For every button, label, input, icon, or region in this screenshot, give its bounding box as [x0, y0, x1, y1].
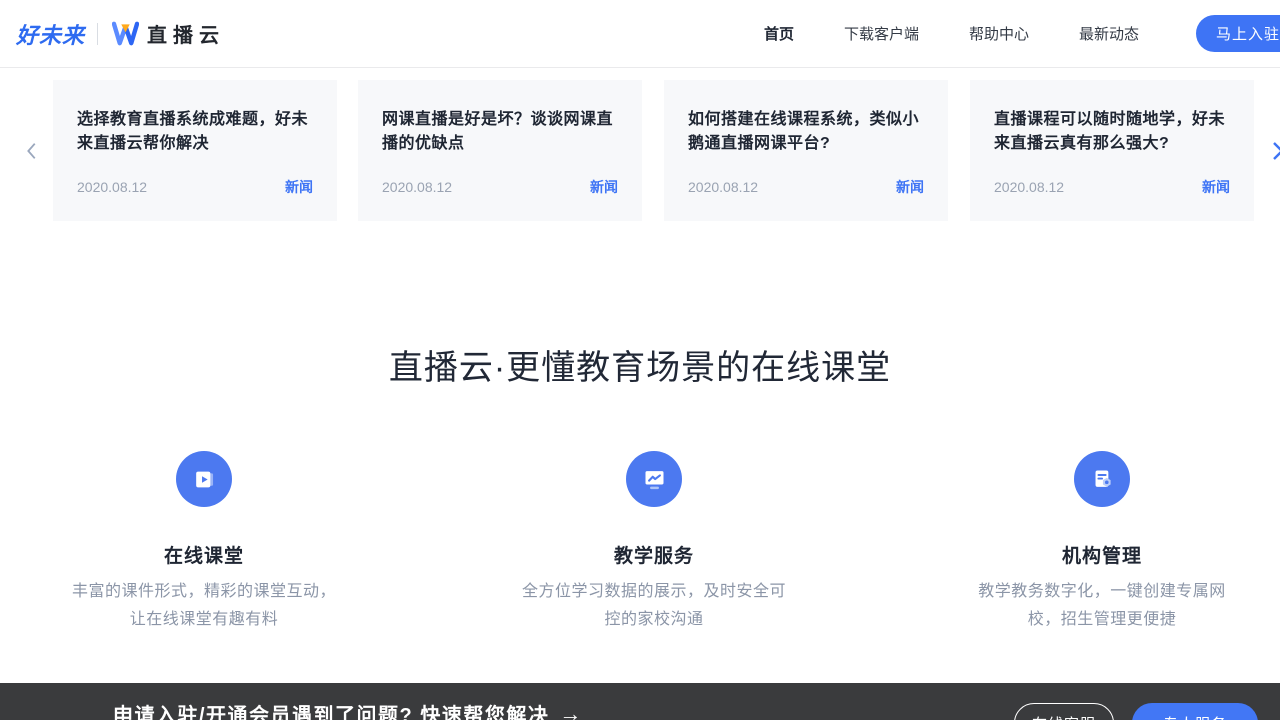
- page-title: 直播云·更懂教育场景的在线课堂: [0, 340, 1280, 389]
- carousel-next-button[interactable]: [1266, 137, 1280, 165]
- help-banner-link[interactable]: 申请入驻/开通会员遇到了问题? 快速帮您解决 →: [113, 699, 583, 720]
- nav-item-home[interactable]: 首页: [764, 23, 794, 44]
- news-card-title: 选择教育直播系统成难题，好未来直播云帮你解决: [77, 108, 315, 156]
- feature-desc-line: 让在线课堂有趣有料: [34, 606, 374, 634]
- feature-description: 丰富的课件形式，精彩的课堂互动， 让在线课堂有趣有料: [34, 578, 374, 634]
- product-name: 直播云: [147, 19, 225, 48]
- feature-title: 在线课堂: [34, 541, 374, 568]
- news-card-date: 2020.08.12: [994, 179, 1064, 195]
- news-card-meta: 2020.08.12 新闻: [688, 177, 924, 197]
- news-card-tag[interactable]: 新闻: [590, 177, 618, 197]
- help-banner-message: 申请入驻/开通会员遇到了问题? 快速帮您解决: [113, 699, 549, 720]
- signup-now-button[interactable]: 马上入驻: [1196, 15, 1280, 52]
- main-nav: 首页 下载客户端 帮助中心 最新动态: [764, 0, 1139, 67]
- page: 好未来 直播云 首页 下载客户端 帮助中心 最新动态 马上入驻 选择教育直播系统…: [0, 0, 1280, 720]
- feature-desc-line: 全方位学习数据的展示，及时安全可: [484, 578, 824, 606]
- nav-item-download-client[interactable]: 下载客户端: [844, 23, 919, 44]
- feature-desc-line: 校，招生管理更便捷: [932, 606, 1272, 634]
- news-card[interactable]: 如何搭建在线课程系统，类似小鹅通直播网课平台? 2020.08.12 新闻: [664, 80, 948, 221]
- tal-logo-text: 好未来: [16, 18, 85, 50]
- feature-desc-line: 丰富的课件形式，精彩的课堂互动，: [34, 578, 374, 606]
- feature-title: 教学服务: [484, 541, 824, 568]
- news-card[interactable]: 网课直播是好是坏？谈谈网课直播的优缺点 2020.08.12 新闻: [358, 80, 642, 221]
- nav-item-help-center[interactable]: 帮助中心: [969, 23, 1029, 44]
- news-card-date: 2020.08.12: [77, 179, 147, 195]
- news-card-tag[interactable]: 新闻: [1202, 177, 1230, 197]
- news-card-title: 直播课程可以随时随地学，好未来直播云真有那么强大?: [994, 108, 1232, 156]
- feature-title: 机构管理: [932, 541, 1272, 568]
- feature-teaching-service: 教学服务 全方位学习数据的展示，及时安全可 控的家校沟通: [484, 451, 824, 634]
- feature-organization-management: 机构管理 教学教务数字化，一键创建专属网 校，招生管理更便捷: [932, 451, 1272, 634]
- feature-desc-line: 教学教务数字化，一键创建专属网: [932, 578, 1272, 606]
- feature-description: 教学教务数字化，一键创建专属网 校，招生管理更便捷: [932, 578, 1272, 634]
- feature-description: 全方位学习数据的展示，及时安全可 控的家校沟通: [484, 578, 824, 634]
- online-service-button[interactable]: 在线客服: [1014, 703, 1114, 720]
- help-banner: 申请入驻/开通会员遇到了问题? 快速帮您解决 → 在线客服 专人服务: [0, 683, 1280, 720]
- news-card-date: 2020.08.12: [382, 179, 452, 195]
- arrow-right-icon: →: [559, 701, 583, 720]
- news-card-meta: 2020.08.12 新闻: [382, 177, 618, 197]
- feature-desc-line: 控的家校沟通: [484, 606, 824, 634]
- news-card-title: 如何搭建在线课程系统，类似小鹅通直播网课平台?: [688, 108, 926, 156]
- nav-item-latest-news[interactable]: 最新动态: [1079, 23, 1139, 44]
- brand-logo[interactable]: 好未来 直播云: [16, 0, 225, 67]
- chart-monitor-icon: [626, 451, 682, 507]
- news-card[interactable]: 选择教育直播系统成难题，好未来直播云帮你解决 2020.08.12 新闻: [53, 80, 337, 221]
- top-nav-bar: 好未来 直播云 首页 下载客户端 帮助中心 最新动态 马上入驻: [0, 0, 1280, 68]
- news-card-tag[interactable]: 新闻: [896, 177, 924, 197]
- news-card-meta: 2020.08.12 新闻: [994, 177, 1230, 197]
- news-card-meta: 2020.08.12 新闻: [77, 177, 313, 197]
- news-card-date: 2020.08.12: [688, 179, 758, 195]
- dedicated-service-button[interactable]: 专人服务: [1132, 703, 1258, 720]
- document-gear-icon: [1074, 451, 1130, 507]
- chevron-right-icon: [1266, 139, 1280, 163]
- news-card[interactable]: 直播课程可以随时随地学，好未来直播云真有那么强大? 2020.08.12 新闻: [970, 80, 1254, 221]
- chevron-left-icon: [21, 140, 43, 162]
- w-logo-icon: [112, 21, 139, 46]
- play-video-icon: [176, 451, 232, 507]
- carousel-prev-button[interactable]: [20, 137, 44, 165]
- logo-divider: [97, 23, 98, 45]
- news-card-title: 网课直播是好是坏？谈谈网课直播的优缺点: [382, 108, 620, 156]
- feature-online-classroom: 在线课堂 丰富的课件形式，精彩的课堂互动， 让在线课堂有趣有料: [34, 451, 374, 634]
- news-card-tag[interactable]: 新闻: [285, 177, 313, 197]
